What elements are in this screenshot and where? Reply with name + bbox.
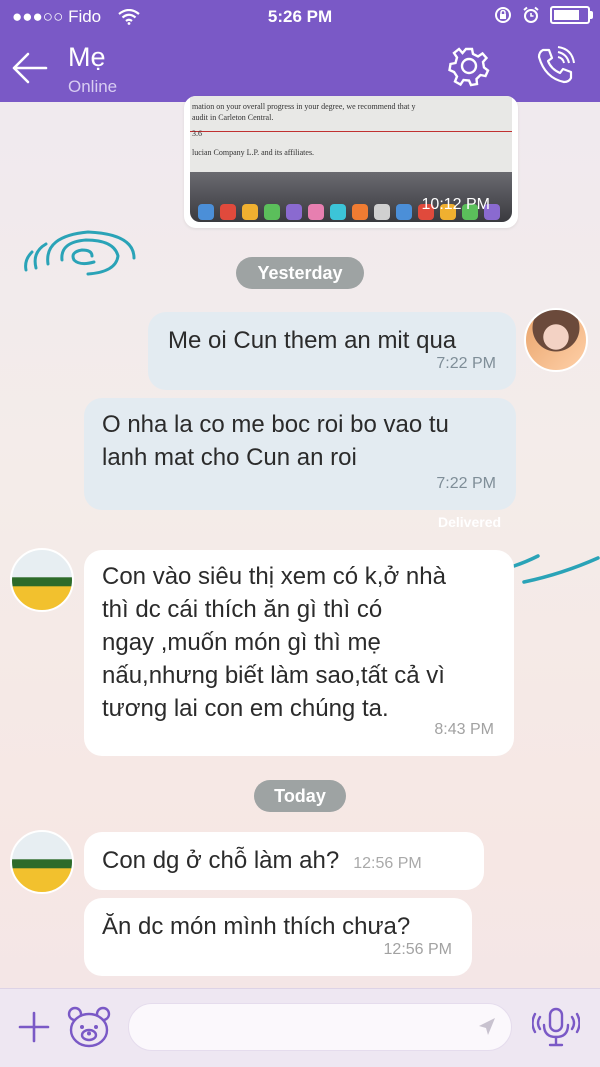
message-text-line: Con vào siêu thị xem có k,ở nhà — [102, 563, 446, 590]
back-arrow-icon[interactable] — [10, 48, 50, 88]
outgoing-message[interactable]: O nha la co me boc roi bo vao tu lanh ma… — [84, 398, 516, 510]
message-text-line: nấu,nhưng biết làm sao,tất cả vì — [102, 662, 445, 689]
message-text-line: thì dc cái thích ăn gì thì có — [102, 596, 383, 623]
gear-icon[interactable] — [447, 44, 491, 88]
status-right — [494, 6, 593, 24]
doc-line: 3.6 — [192, 129, 202, 138]
message-time: 7:22 PM — [436, 355, 496, 372]
top-bar: ●●●○○ Fido 5:26 PM Mẹ Online — [0, 0, 600, 102]
send-icon[interactable] — [475, 1016, 497, 1038]
message-text-line: ngay ,muốn món gì thì mẹ — [102, 629, 381, 656]
composer-bar — [0, 988, 600, 1067]
delivered-status: Delivered — [438, 514, 502, 530]
incoming-message[interactable]: Ăn dc món mình thích chưa? 12:56 PM — [84, 898, 472, 976]
message-time: 7:22 PM — [436, 475, 496, 492]
contact-name[interactable]: Mẹ — [68, 42, 106, 73]
contact-status: Online — [68, 77, 118, 96]
doc-line: lucian Company L.P. and its affiliates. — [192, 148, 315, 157]
battery-fill — [554, 10, 579, 20]
doc-rule — [190, 131, 512, 132]
alarm-icon — [523, 6, 539, 23]
battery-icon — [550, 6, 593, 24]
voice-message-icon[interactable] — [532, 1005, 580, 1049]
incoming-message[interactable]: Con dg ở chỗ làm ah? 12:56 PM — [84, 832, 484, 890]
sticker-bear-icon[interactable] — [66, 1005, 112, 1049]
incoming-message[interactable]: Con vào siêu thị xem có k,ở nhà thì dc c… — [84, 550, 514, 756]
message-text-line: O nha la co me boc roi bo vao tu — [102, 411, 449, 438]
my-avatar[interactable] — [524, 308, 588, 372]
date-separator-yesterday: Yesterday — [236, 257, 364, 289]
message-time: 12:56 PM — [383, 941, 452, 958]
image-message-photo[interactable]: mation on your overall progress in your … — [190, 96, 512, 222]
doc-line: mation on your overall progress in your … — [192, 102, 416, 111]
contact-avatar[interactable] — [10, 548, 74, 612]
phone-call-icon[interactable] — [533, 44, 577, 88]
status-bar: ●●●○○ Fido 5:26 PM — [0, 0, 600, 34]
plus-icon[interactable] — [16, 1009, 52, 1045]
message-input[interactable] — [128, 1003, 512, 1051]
doc-line: audit in Carleton Central. — [192, 113, 274, 122]
swirl-decoration-icon — [512, 554, 600, 584]
contact-avatar[interactable] — [10, 830, 74, 894]
chat-area[interactable]: mation on your overall progress in your … — [0, 96, 600, 988]
image-message[interactable]: mation on your overall progress in your … — [184, 96, 518, 228]
message-time: 12:56 PM — [353, 855, 422, 872]
date-separator-today: Today — [254, 780, 346, 812]
rotation-lock-icon — [495, 7, 511, 23]
message-time: 8:43 PM — [434, 721, 494, 738]
image-message-time: 10:12 PM — [421, 196, 490, 213]
swirl-decoration-icon — [24, 230, 136, 276]
outgoing-message[interactable]: Me oi Cun them an mit qua 7:22 PM — [148, 312, 516, 390]
message-text: Con dg ở chỗ làm ah? — [102, 847, 340, 874]
